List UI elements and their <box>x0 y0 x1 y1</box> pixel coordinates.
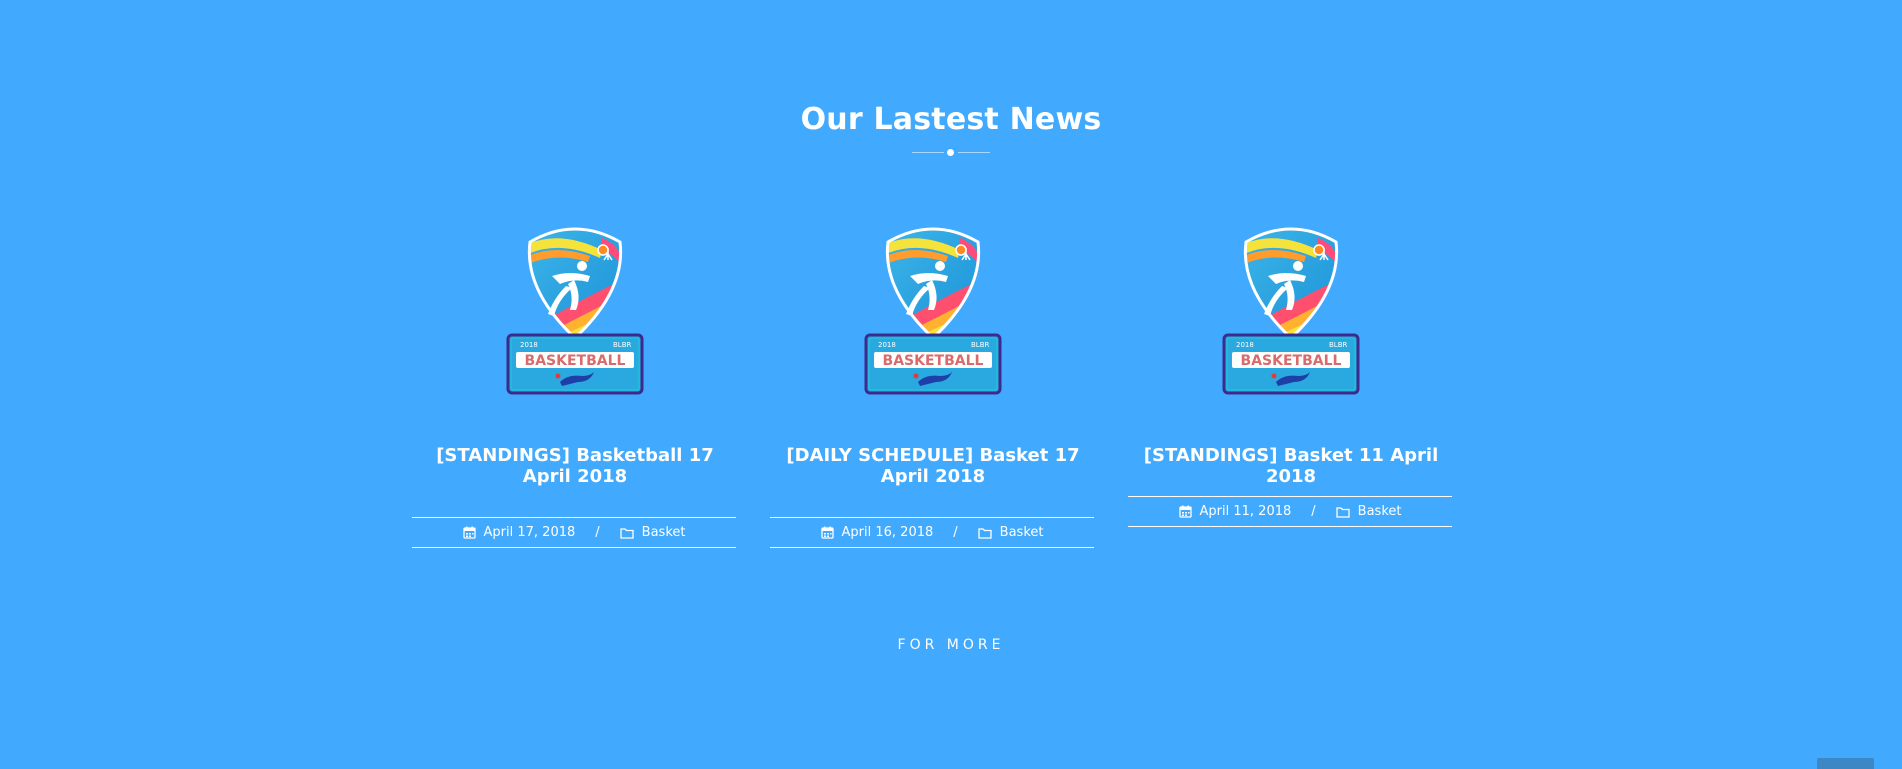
thumb-year: 2018 <box>520 341 538 349</box>
thumb-code: BLBR <box>613 341 632 349</box>
post-title-link[interactable]: [STANDINGS] Basket 11 April 2018 <box>1128 445 1454 487</box>
thumb-word: BASKETBALL <box>1241 353 1342 369</box>
post-meta: April 11, 2018 / Basket <box>1128 496 1452 527</box>
post-category-link[interactable]: Basket <box>1000 525 1044 540</box>
folder-icon <box>1336 506 1350 518</box>
post-date-link[interactable]: April 16, 2018 <box>842 525 934 540</box>
meta-separator: / <box>953 525 958 540</box>
calendar-icon <box>1178 505 1192 518</box>
title-divider <box>912 146 990 160</box>
thumb-code: BLBR <box>1329 341 1348 349</box>
thumb-year: 2018 <box>878 341 896 349</box>
calendar-icon <box>462 526 476 539</box>
post-category-link[interactable]: Basket <box>1358 504 1402 519</box>
scroll-to-top-button[interactable] <box>1817 758 1874 769</box>
post-meta: April 17, 2018 / Basket <box>412 517 736 548</box>
news-card: 2018 BLBR BASKETBALL [STANDINGS] Basketb… <box>412 220 738 548</box>
news-card: 2018 BLBR BASKETBALL [STANDINGS] Basket … <box>1128 220 1454 527</box>
post-category-link[interactable]: Basket <box>642 525 686 540</box>
post-title-link[interactable]: [DAILY SCHEDULE] Basket 17 April 2018 <box>770 445 1096 487</box>
calendar-icon <box>820 526 834 539</box>
divider-dot <box>947 149 954 156</box>
post-thumbnail[interactable]: 2018 BLBR BASKETBALL <box>490 220 660 400</box>
thumb-word: BASKETBALL <box>525 353 626 369</box>
thumb-word: BASKETBALL <box>883 353 984 369</box>
folder-icon <box>620 527 634 539</box>
meta-separator: / <box>595 525 600 540</box>
post-date-link[interactable]: April 11, 2018 <box>1200 504 1292 519</box>
thumb-year: 2018 <box>1236 341 1254 349</box>
divider-line-right <box>958 152 990 153</box>
thumb-code: BLBR <box>971 341 990 349</box>
post-title-link[interactable]: [STANDINGS] Basketball 17 April 2018 <box>412 445 738 487</box>
post-meta: April 16, 2018 / Basket <box>770 517 1094 548</box>
folder-icon <box>978 527 992 539</box>
divider-line-left <box>912 152 944 153</box>
section-title: Our Lastest News <box>800 102 1102 137</box>
news-card: 2018 BLBR BASKETBALL [DAILY SCHEDULE] Ba… <box>770 220 1096 548</box>
post-thumbnail[interactable]: 2018 BLBR BASKETBALL <box>1206 220 1376 400</box>
post-thumbnail[interactable]: 2018 BLBR BASKETBALL <box>848 220 1018 400</box>
post-date-link[interactable]: April 17, 2018 <box>484 525 576 540</box>
for-more-link[interactable]: FOR MORE <box>0 637 1902 653</box>
meta-separator: / <box>1311 504 1316 519</box>
